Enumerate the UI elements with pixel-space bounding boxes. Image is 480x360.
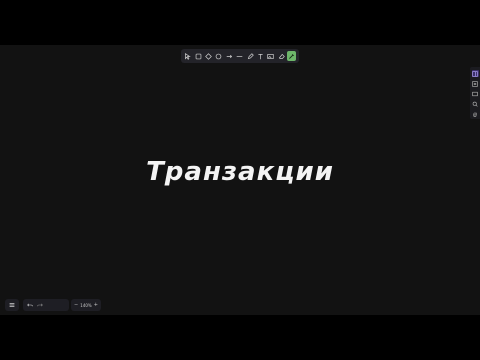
- eraser-tool-button[interactable]: [276, 51, 286, 61]
- laser-icon: [289, 53, 294, 59]
- pencil-icon: [247, 52, 254, 59]
- library-button[interactable]: [472, 80, 479, 87]
- arrow-icon: [226, 54, 232, 58]
- eraser-icon: [278, 53, 285, 59]
- main-menu-button[interactable]: [5, 299, 19, 311]
- arrow-tool-button[interactable]: [224, 51, 234, 61]
- diamond-tool-button[interactable]: [204, 51, 214, 61]
- redo-icon[interactable]: [37, 302, 43, 308]
- hamburger-menu-icon: [9, 303, 15, 307]
- diamond-icon: [205, 52, 212, 60]
- top-toolbar: [181, 49, 299, 63]
- undo-icon[interactable]: [27, 302, 33, 308]
- canvas-text-element[interactable]: Транзакции: [0, 157, 480, 187]
- search-icon: [472, 101, 478, 107]
- side-panel: [470, 67, 480, 119]
- undo-redo-group: [23, 299, 69, 311]
- square-icon: [195, 53, 202, 59]
- zoom-in-button[interactable]: +: [94, 302, 98, 308]
- frame-icon: [472, 91, 478, 96]
- rectangle-tool-button[interactable]: [193, 51, 203, 61]
- hand-icon: [473, 111, 477, 117]
- sidebar-toggle-icon: [472, 70, 478, 77]
- zoom-level[interactable]: 140%: [80, 303, 91, 308]
- search-button[interactable]: [472, 100, 479, 107]
- canvas[interactable]: Транзакции − 140% +: [0, 45, 480, 315]
- library-icon: [472, 80, 478, 87]
- cursor-icon: [185, 52, 192, 60]
- line-tool-button[interactable]: [235, 51, 245, 61]
- frame-button[interactable]: [472, 90, 479, 97]
- circle-icon: [216, 53, 222, 59]
- text-tool-button[interactable]: [256, 51, 266, 61]
- zoom-out-button[interactable]: −: [74, 302, 78, 308]
- sidebar-toggle-button[interactable]: [471, 70, 479, 77]
- text-icon: [258, 53, 263, 59]
- zoom-controls: − 140% +: [71, 299, 101, 311]
- image-icon: [267, 53, 274, 59]
- image-tool-button[interactable]: [266, 51, 276, 61]
- select-tool-button[interactable]: [183, 51, 193, 61]
- line-icon: [236, 55, 243, 57]
- draw-tool-button[interactable]: [245, 51, 255, 61]
- ellipse-tool-button[interactable]: [214, 51, 224, 61]
- laser-tool-button[interactable]: [286, 51, 297, 61]
- hand-button[interactable]: [472, 110, 479, 117]
